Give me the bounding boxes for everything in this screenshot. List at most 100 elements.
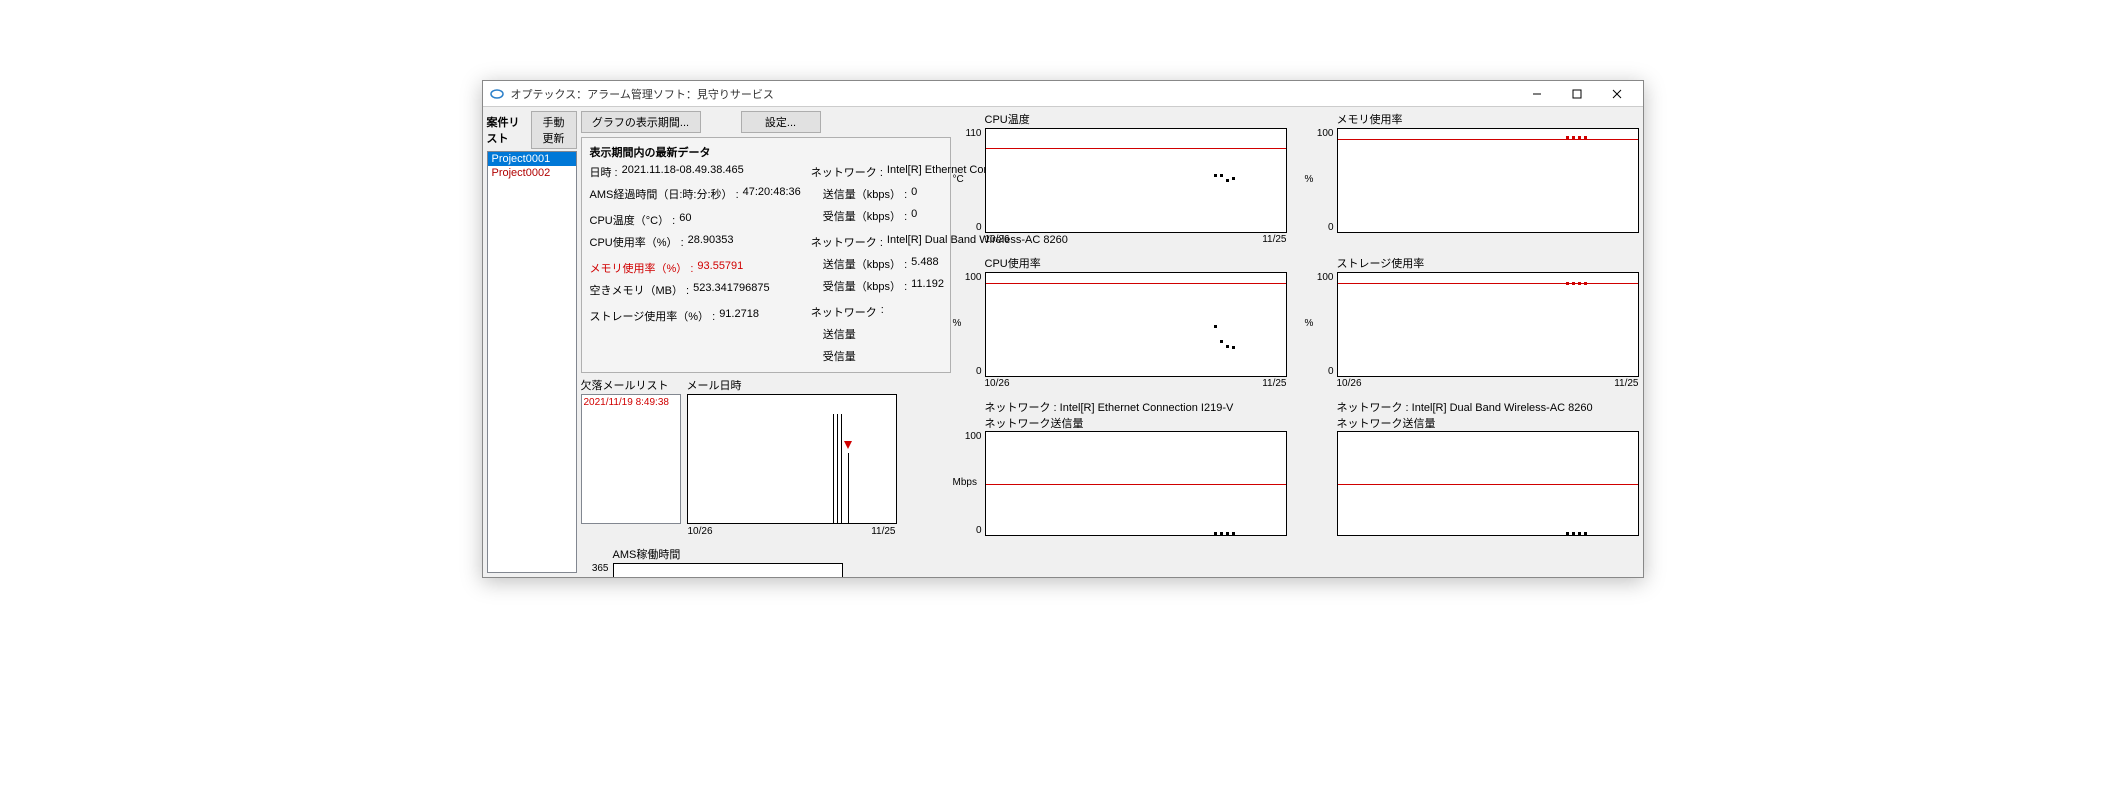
y-bot: 0	[955, 222, 982, 233]
y-top: 100	[955, 431, 982, 442]
content-area: 案件リスト 手動更新 Project0001 Project0002 グラフの表…	[483, 107, 1643, 577]
ams-chart-title: AMS稼働時間	[613, 546, 951, 562]
chart-box	[1337, 431, 1639, 536]
chart-title: メモリ使用率	[1337, 111, 1639, 127]
axis-start: 10/26	[688, 526, 713, 537]
graph-period-button[interactable]: グラフの表示期間...	[581, 111, 701, 133]
maximize-button[interactable]	[1557, 81, 1597, 107]
datetime-label: 日時	[590, 164, 618, 180]
right-column: CPU温度 110 °C 0	[955, 111, 1639, 573]
chart-title: CPU温度	[985, 111, 1287, 127]
ams-chart-wrap: AMS稼働時間 365 day	[581, 546, 951, 577]
chart-cpu-usage: CPU使用率 100 % 0	[955, 255, 1287, 389]
y-top: 110	[955, 128, 982, 139]
net2-tx-label: 送信量（kbps）	[823, 256, 907, 272]
y-unit: %	[1305, 174, 1335, 185]
y-unit: Mbps	[953, 477, 983, 488]
net2-rx-value: 11.192	[911, 278, 944, 294]
net1-tx-value: 0	[911, 186, 917, 202]
marker-icon	[844, 441, 852, 449]
ams-y-top: 365	[581, 563, 609, 574]
sidebar: 案件リスト 手動更新 Project0001 Project0002	[487, 111, 577, 573]
y-bot: 0	[955, 366, 982, 377]
close-button[interactable]	[1597, 81, 1637, 107]
y-bot: 0	[1307, 366, 1334, 377]
settings-button[interactable]: 設定...	[741, 111, 821, 133]
mail-list-item[interactable]: 2021/11/19 8:49:38	[584, 397, 678, 408]
middle-column: グラフの表示期間... 設定... 表示期間内の最新データ 日時2021.11.…	[581, 111, 951, 573]
titlebar: オプテックス：アラーム管理ソフト：見守りサービス	[483, 81, 1643, 107]
app-icon	[489, 86, 505, 102]
net3-rx-label: 受信量	[823, 348, 856, 364]
chart-network-2: ネットワーク : Intel[R] Dual Band Wireless-AC …	[1307, 399, 1639, 536]
net3-label: ネットワーク	[811, 304, 877, 320]
y-top: 100	[955, 272, 982, 283]
chart-title: CPU使用率	[985, 255, 1287, 271]
project-item[interactable]: Project0001	[488, 152, 576, 166]
datetime-value: 2021.11.18-08.49.38.465	[622, 164, 744, 180]
panel-title: 表示期間内の最新データ	[590, 144, 942, 160]
net2-rx-label: 受信量（kbps）	[823, 278, 907, 294]
latest-data-panel: 表示期間内の最新データ 日時2021.11.18-08.49.38.465 AM…	[581, 137, 951, 373]
mail-chart-wrap: メール日時 10/26 11/25	[687, 377, 897, 524]
mem-free-value: 523.341796875	[693, 282, 769, 298]
mail-chart-title: メール日時	[687, 377, 897, 393]
manual-refresh-button[interactable]: 手動更新	[531, 111, 577, 149]
chart-title: ストレージ使用率	[1337, 255, 1639, 271]
net1-tx-label: 送信量（kbps）	[823, 186, 907, 202]
project-list[interactable]: Project0001 Project0002	[487, 151, 577, 573]
y-top: 100	[1307, 272, 1334, 283]
net2-label: ネットワーク	[811, 234, 883, 250]
mem-usage-label: メモリ使用率（%）	[590, 260, 694, 276]
storage-label: ストレージ使用率（%）	[590, 308, 716, 324]
y-bot: 0	[955, 525, 982, 536]
chart-box	[985, 431, 1287, 536]
chart-subtitle: ネットワーク送信量	[1337, 415, 1639, 431]
x-end: 11/25	[1614, 378, 1638, 389]
x-end: 11/25	[1262, 234, 1286, 245]
chart-storage-usage: ストレージ使用率 100 % 0	[1307, 255, 1639, 389]
x-end: 11/25	[1262, 378, 1286, 389]
net1-rx-label: 受信量（kbps）	[823, 208, 907, 224]
x-start: 10/26	[985, 234, 1010, 245]
cpu-temp-label: CPU温度（°C）	[590, 212, 676, 228]
project-item[interactable]: Project0002	[488, 166, 576, 180]
chart-box	[985, 272, 1287, 377]
x-start: 10/26	[985, 378, 1010, 389]
chart-network-1: ネットワーク : Intel[R] Ethernet Connection I2…	[955, 399, 1287, 536]
y-unit: %	[1305, 318, 1335, 329]
cpu-temp-value: 60	[679, 212, 691, 228]
chart-box	[985, 128, 1287, 233]
chart-memory-usage: メモリ使用率 100 % 0	[1307, 111, 1639, 245]
cpu-usage-label: CPU使用率（%）	[590, 234, 684, 250]
chart-subtitle: ネットワーク送信量	[985, 415, 1287, 431]
x-start: 10/26	[1337, 378, 1362, 389]
chart-box	[1337, 128, 1639, 233]
ams-elapsed-label: AMS経過時間（日:時:分:秒）	[590, 186, 739, 202]
minimize-button[interactable]	[1517, 81, 1557, 107]
y-unit: %	[953, 318, 983, 329]
y-top: 100	[1307, 128, 1334, 139]
chart-title: ネットワーク : Intel[R] Dual Band Wireless-AC …	[1337, 399, 1639, 415]
project-list-label: 案件リスト	[487, 114, 527, 146]
missing-mail-label: 欠落メールリスト	[581, 377, 681, 393]
chart-cpu-temp: CPU温度 110 °C 0	[955, 111, 1287, 245]
chart-title: ネットワーク : Intel[R] Ethernet Connection I2…	[985, 399, 1287, 415]
missing-mail-body[interactable]: 2021/11/19 8:49:38	[581, 394, 681, 524]
ams-chart-box	[613, 563, 843, 577]
missing-mail-listbox: 欠落メールリスト 2021/11/19 8:49:38	[581, 377, 681, 524]
net1-rx-value: 0	[911, 208, 917, 224]
net3-tx-label: 送信量	[823, 326, 856, 342]
ams-elapsed-value: 47:20:48:36	[743, 186, 801, 202]
mem-usage-value: 93.55791	[697, 260, 743, 276]
y-bot: 0	[1307, 222, 1334, 233]
app-window: オプテックス：アラーム管理ソフト：見守りサービス 案件リスト 手動更新 Proj…	[482, 80, 1644, 578]
axis-end: 11/25	[871, 526, 895, 537]
mem-free-label: 空きメモリ（MB）	[590, 282, 690, 298]
net1-label: ネットワーク	[811, 164, 883, 180]
y-unit: °C	[953, 174, 983, 185]
storage-value: 91.2718	[719, 308, 759, 324]
window-title: オプテックス：アラーム管理ソフト：見守りサービス	[511, 86, 1517, 102]
chart-box	[1337, 272, 1639, 377]
mail-chart: 10/26 11/25	[687, 394, 897, 524]
